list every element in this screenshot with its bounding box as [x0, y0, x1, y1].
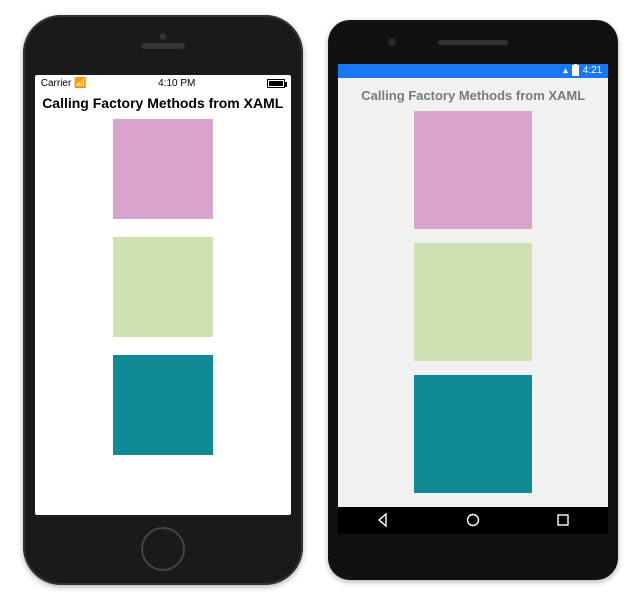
page-title: Calling Factory Methods from XAML: [35, 91, 291, 117]
clock-label: 4:21: [583, 65, 602, 76]
ios-content: [35, 117, 291, 515]
battery-icon: [572, 65, 579, 76]
home-button[interactable]: [141, 527, 185, 571]
color-box-1: [414, 111, 532, 229]
android-status-bar: 4:21: [338, 64, 608, 78]
wifi-icon: [563, 65, 568, 76]
color-box-2: [414, 243, 532, 361]
clock-label: 4:10 PM: [158, 78, 195, 89]
iphone-screen: Carrier 4:10 PM Calling Factory Methods …: [35, 75, 291, 515]
android-front-camera: [388, 38, 396, 46]
android-screen: 4:21 Calling Factory Methods from XAML: [338, 64, 608, 534]
battery-icon: [267, 79, 285, 88]
color-box-3: [113, 355, 213, 455]
iphone-speaker: [141, 43, 185, 49]
page-title: Calling Factory Methods from XAML: [338, 78, 608, 109]
iphone-device-frame: Carrier 4:10 PM Calling Factory Methods …: [23, 15, 303, 585]
android-speaker: [438, 40, 508, 45]
android-nav-bar: [338, 507, 608, 534]
carrier-label: Carrier: [41, 78, 72, 89]
color-box-3: [414, 375, 532, 493]
iphone-front-camera: [159, 33, 166, 40]
color-box-1: [113, 119, 213, 219]
android-content: [338, 109, 608, 507]
ios-status-bar: Carrier 4:10 PM: [35, 75, 291, 91]
android-device-frame: 4:21 Calling Factory Methods from XAML: [328, 20, 618, 580]
back-button[interactable]: [375, 512, 391, 528]
wifi-icon: [74, 78, 86, 89]
recent-apps-button[interactable]: [555, 512, 571, 528]
home-button[interactable]: [465, 512, 481, 528]
color-box-2: [113, 237, 213, 337]
